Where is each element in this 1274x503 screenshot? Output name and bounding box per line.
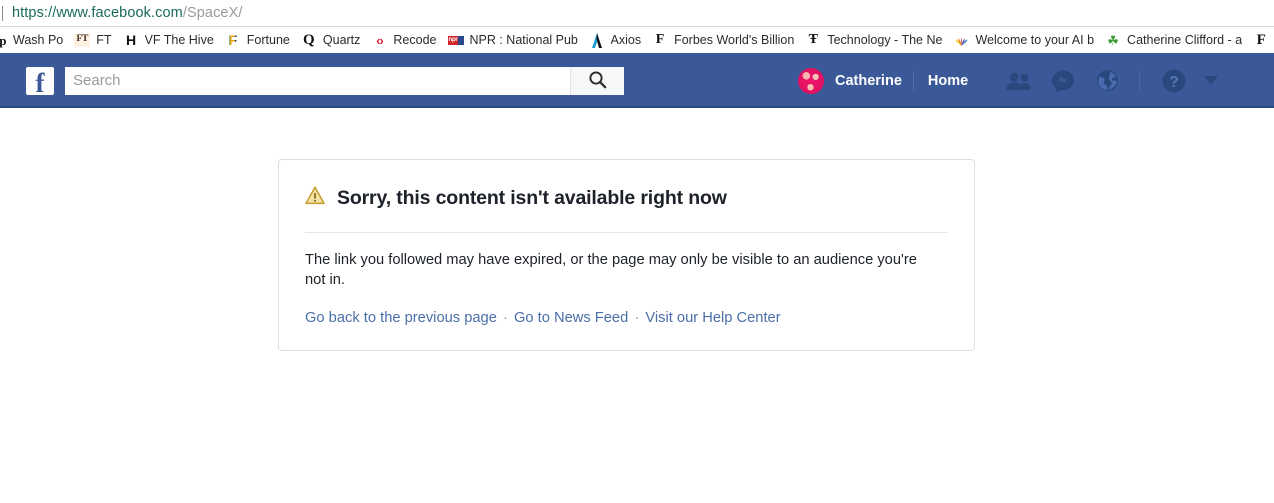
recode-icon: ‹›	[376, 32, 384, 48]
search-bar	[65, 66, 624, 95]
link-separator: ·	[634, 310, 640, 326]
avatar[interactable]	[798, 67, 824, 94]
warning-triangle-icon	[305, 186, 325, 211]
search-button[interactable]	[570, 66, 624, 95]
bookmark-label: Recode	[393, 33, 437, 47]
address-bar[interactable]: https://www.facebook.com/SpaceX/	[0, 0, 1274, 27]
messenger-icon	[1051, 69, 1075, 93]
svg-text:?: ?	[1169, 74, 1178, 91]
forbes-icon: F	[655, 32, 665, 47]
facebook-logo[interactable]: f	[26, 66, 54, 95]
leaf-icon: ☘	[1107, 32, 1119, 48]
bookmark-vf-the-hive[interactable]: H VF The Hive	[119, 27, 221, 53]
bookmark-fortune[interactable]: F Fortune	[221, 27, 297, 53]
bookmark-label: Fortune	[246, 33, 290, 47]
new-york-times-icon: Ŧ	[808, 32, 819, 47]
bookmark-forbes-billionaires[interactable]: F Forbes World's Billion	[648, 27, 801, 53]
error-heading-row: Sorry, this content isn't available righ…	[305, 186, 948, 211]
bookmark-label: Wash Po	[13, 33, 64, 47]
error-action-links: Go back to the previous page · Go to New…	[305, 310, 948, 326]
washington-post-icon: ᵂp	[0, 32, 7, 48]
nbc-peacock-icon	[953, 32, 969, 48]
go-back-link[interactable]: Go back to the previous page	[305, 310, 497, 326]
header-nav-right: Catherine Home ?	[798, 54, 1222, 107]
bookmark-label: Forbes World's Billion	[674, 33, 795, 47]
facebook-header: f Catherine Home	[0, 55, 1274, 108]
url-path: /SpaceX/	[182, 5, 243, 21]
bookmark-ft[interactable]: FT FT	[70, 27, 118, 53]
bookmark-label: Axios	[610, 33, 642, 47]
axios-icon	[589, 32, 605, 48]
bookmark-label: VF The Hive	[144, 33, 214, 47]
profile-name-link[interactable]: Catherine	[824, 73, 913, 89]
bookmark-label: Technology - The Ne	[827, 33, 943, 47]
messenger-button[interactable]	[1048, 66, 1078, 96]
news-feed-link[interactable]: Go to News Feed	[514, 310, 628, 326]
help-center-link[interactable]: Visit our Help Center	[645, 310, 780, 326]
bookmark-welcome-ai[interactable]: Welcome to your AI b	[949, 27, 1101, 53]
forbes-icon: F	[1256, 32, 1266, 48]
bookmark-quartz[interactable]: Q Quartz	[297, 27, 368, 53]
page-body: Sorry, this content isn't available righ…	[0, 108, 1274, 501]
divider	[305, 232, 948, 233]
bookmark-technology-nyt[interactable]: Ŧ Technology - The Ne	[801, 27, 949, 53]
bookmark-label: Catherine Clifford - a	[1127, 33, 1243, 47]
nav-divider-2	[1139, 70, 1141, 91]
bookmark-wash-po[interactable]: ᵂp Wash Po	[0, 27, 70, 53]
bookmark-label: Welcome to your AI b	[975, 33, 1095, 47]
bookmark-label: Quartz	[322, 33, 361, 47]
friend-requests-button[interactable]	[1004, 66, 1034, 96]
notifications-globe-icon	[1096, 69, 1119, 92]
bookmark-npr[interactable]: npr NPR : National Public	[444, 27, 585, 53]
address-bar-text-cursor	[2, 5, 3, 21]
page-title: Sorry, this content isn't available righ…	[337, 187, 727, 209]
bookmark-forbes-overflow[interactable]: F	[1249, 27, 1274, 53]
home-link[interactable]: Home	[914, 73, 982, 89]
account-dropdown-caret-icon	[1204, 72, 1219, 90]
help-icon: ?	[1161, 68, 1187, 94]
url-host: https://www.facebook.com	[12, 5, 183, 21]
browser-chrome: https://www.facebook.com/SpaceX/ ᵂp Wash…	[0, 0, 1274, 55]
financial-times-icon: FT	[74, 33, 91, 47]
bookmark-recode[interactable]: ‹› Recode	[367, 27, 443, 53]
bookmark-catherine-clifford[interactable]: ☘ Catherine Clifford - a	[1101, 27, 1249, 53]
npr-icon: npr	[447, 32, 464, 48]
facebook-logo-letter: f	[35, 67, 45, 95]
help-button[interactable]: ?	[1159, 66, 1189, 96]
link-separator: ·	[502, 310, 508, 326]
bookmark-axios[interactable]: Axios	[585, 27, 649, 53]
address-bar-url[interactable]: https://www.facebook.com/SpaceX/	[12, 5, 243, 21]
account-dropdown-button[interactable]	[1200, 66, 1222, 96]
bookmark-label: FT	[96, 33, 112, 47]
bookmark-label: NPR : National Public	[469, 33, 578, 47]
friend-requests-icon	[1006, 71, 1032, 91]
vanity-fair-hive-icon: H	[125, 32, 136, 48]
fortune-icon: F	[225, 32, 241, 48]
content-unavailable-card: Sorry, this content isn't available righ…	[278, 159, 975, 351]
notifications-button[interactable]	[1092, 66, 1122, 96]
error-description: The link you followed may have expired, …	[305, 252, 917, 288]
search-input[interactable]	[65, 66, 570, 95]
search-icon	[588, 70, 607, 92]
bookmarks-bar: ᵂp Wash Po FT FT H VF The Hive F Fortune…	[0, 27, 1274, 55]
quartz-icon: Q	[303, 32, 315, 48]
